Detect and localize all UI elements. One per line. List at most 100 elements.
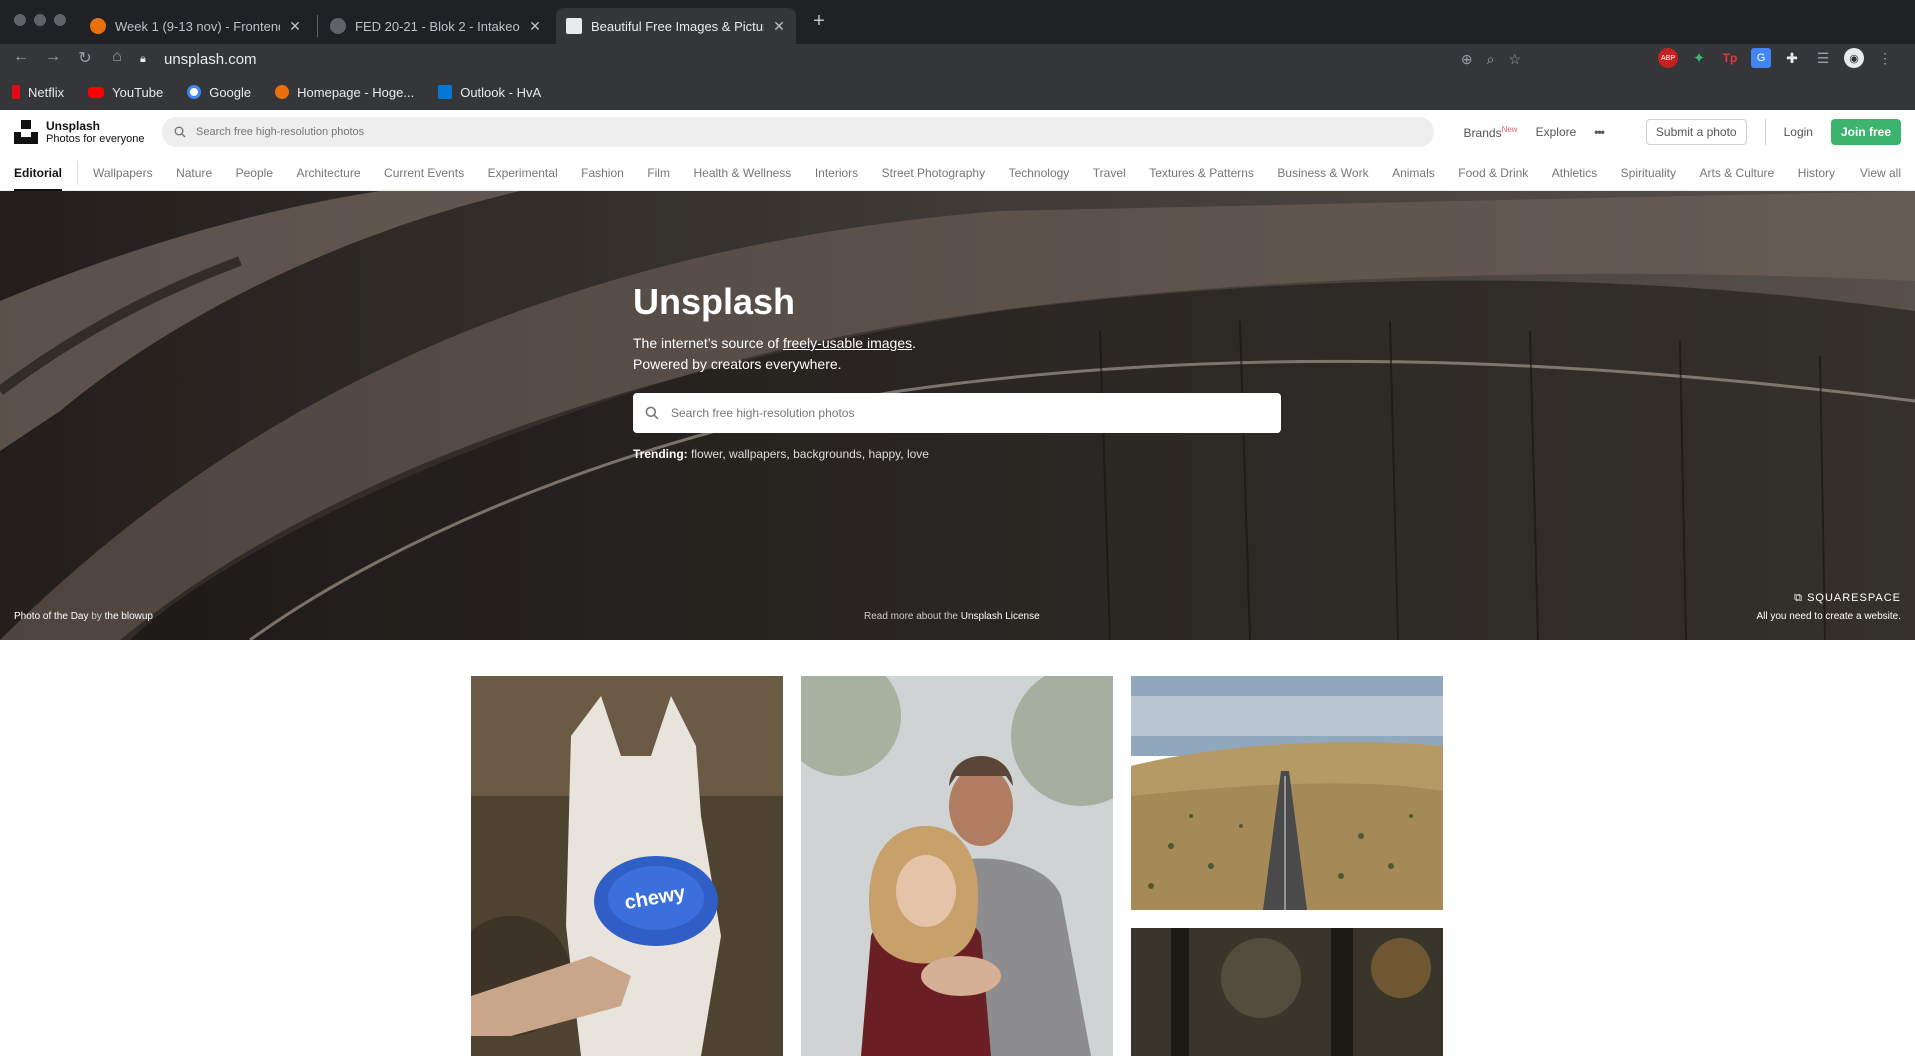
close-tab-icon[interactable]: ✕ xyxy=(288,18,302,35)
view-all-link[interactable]: View all xyxy=(1860,166,1901,180)
explore-link[interactable]: Explore xyxy=(1536,125,1577,139)
topic-animals[interactable]: Animals xyxy=(1392,166,1435,180)
trending-link[interactable]: backgrounds xyxy=(793,447,862,461)
star-icon[interactable]: ☆ xyxy=(1508,51,1521,68)
browser-chrome: Week 1 (9-13 nov) - Frontend D ✕ FED 20-… xyxy=(0,0,1915,110)
topic-health-wellness[interactable]: Health & Wellness xyxy=(693,166,791,180)
puzzle-icon[interactable]: ✚ xyxy=(1782,48,1802,68)
topic-spirituality[interactable]: Spirituality xyxy=(1621,166,1676,180)
install-icon[interactable]: ⊕ xyxy=(1461,51,1473,68)
header-search-input[interactable]: Search free high-resolution photos xyxy=(162,117,1434,147)
dog-frisbee-photo: chewy xyxy=(471,676,783,1056)
hero-content: Unsplash The internet’s source of freely… xyxy=(633,281,1281,461)
hero-line2-text: Powered by creators everywhere. xyxy=(633,356,842,372)
photo-card[interactable] xyxy=(801,676,1113,1056)
sponsor-block[interactable]: ⧉ SQUARESPACE All you need to create a w… xyxy=(1756,592,1901,622)
topic-textures-patterns[interactable]: Textures & Patterns xyxy=(1149,166,1254,180)
minimize-window-button[interactable] xyxy=(34,14,46,26)
bookmark-netflix[interactable]: Netflix xyxy=(12,85,64,100)
forward-icon[interactable]: → xyxy=(42,48,64,66)
photo-card[interactable] xyxy=(1131,928,1443,1056)
address-bar[interactable]: 🔒︎ unsplash.com ⊕ ⌕ ☆ xyxy=(140,46,1545,72)
blackboard-icon xyxy=(275,85,290,99)
bookmark-youtube[interactable]: YouTube xyxy=(88,85,163,100)
window-controls xyxy=(14,14,66,26)
chameleon-icon[interactable]: ✦ xyxy=(1689,48,1709,68)
login-link[interactable]: Login xyxy=(1784,125,1813,139)
squarespace-icon: ⧉ xyxy=(1794,592,1808,604)
topic-interiors[interactable]: Interiors xyxy=(815,166,858,180)
topic-editorial[interactable]: Editorial xyxy=(14,155,63,191)
zoom-window-button[interactable] xyxy=(54,14,66,26)
tp-icon[interactable]: Tp xyxy=(1720,48,1740,68)
bookmark-google[interactable]: Google xyxy=(187,85,251,100)
browser-tab[interactable]: FED 20-21 - Blok 2 - Intakeopd ✕ xyxy=(320,8,552,44)
home-icon[interactable]: ⌂ xyxy=(106,48,128,66)
adblock-icon[interactable]: ABP xyxy=(1658,48,1678,68)
topic-fashion[interactable]: Fashion xyxy=(581,166,624,180)
bookmark-outlook[interactable]: Outlook - HvA xyxy=(438,85,541,100)
trending-link[interactable]: wallpapers xyxy=(729,447,786,461)
topic-architecture[interactable]: Architecture xyxy=(297,166,361,180)
topic-history[interactable]: History xyxy=(1798,166,1835,180)
youtube-icon xyxy=(88,86,105,98)
hero-title: Unsplash xyxy=(633,281,796,322)
zoom-icon[interactable]: ⌕ xyxy=(1487,51,1495,68)
topic-street-photography[interactable]: Street Photography xyxy=(882,166,985,180)
hero-search-input[interactable]: Search free high-resolution photos xyxy=(633,393,1281,433)
topic-current-events[interactable]: Current Events xyxy=(384,166,464,180)
trending-link[interactable]: love xyxy=(907,447,929,461)
couple-photo xyxy=(801,676,1113,1056)
browser-tab[interactable]: Week 1 (9-13 nov) - Frontend D ✕ xyxy=(80,8,312,44)
close-tab-icon[interactable]: ✕ xyxy=(772,18,786,35)
trending-link[interactable]: flower xyxy=(691,447,722,461)
search-placeholder: Search free high-resolution photos xyxy=(671,406,855,420)
tab-divider xyxy=(317,15,318,37)
photo-card[interactable]: chewy xyxy=(471,676,783,1056)
topic-experimental[interactable]: Experimental xyxy=(488,166,558,180)
photo-card[interactable] xyxy=(1131,676,1443,910)
search-icon xyxy=(174,126,186,138)
browser-tab-active[interactable]: Beautiful Free Images & Pictures ✕ xyxy=(556,8,796,44)
topic-business-work[interactable]: Business & Work xyxy=(1277,166,1368,180)
more-icon[interactable]: ••• xyxy=(1594,125,1605,139)
unsplash-license-link[interactable]: Unsplash License xyxy=(961,611,1040,622)
close-window-button[interactable] xyxy=(14,14,26,26)
new-tab-icon[interactable]: + xyxy=(808,10,830,33)
reading-list-icon[interactable]: ☰ xyxy=(1813,48,1833,68)
freely-usable-images-link[interactable]: freely-usable images xyxy=(783,335,912,351)
brands-link[interactable]: BrandsNew xyxy=(1464,125,1518,140)
browser-toolbar: ← → ↻ ⌂ 🔒︎ unsplash.com ⊕ ⌕ ☆ ABP ✦ Tp G… xyxy=(0,44,1915,74)
join-free-button[interactable]: Join free xyxy=(1830,119,1901,145)
topic-technology[interactable]: Technology xyxy=(1009,166,1070,180)
lock-icon: 🔒︎ xyxy=(140,52,146,65)
translate-icon[interactable]: G xyxy=(1751,48,1771,68)
divider xyxy=(77,160,79,185)
topic-people[interactable]: People xyxy=(236,166,273,180)
reload-icon[interactable]: ↻ xyxy=(74,48,96,68)
submit-photo-button[interactable]: Submit a photo xyxy=(1645,119,1747,145)
close-tab-icon[interactable]: ✕ xyxy=(528,18,542,35)
topic-nature[interactable]: Nature xyxy=(176,166,212,180)
topic-arts-culture[interactable]: Arts & Culture xyxy=(1700,166,1775,180)
unsplash-logo[interactable]: Unsplash Photos for everyone xyxy=(14,119,162,145)
unsplash-favicon-icon xyxy=(566,18,582,34)
profile-avatar-icon[interactable]: ◉ xyxy=(1844,48,1864,68)
logo-title: Unsplash xyxy=(46,119,101,133)
tab-strip: Week 1 (9-13 nov) - Frontend D ✕ FED 20-… xyxy=(0,0,1915,44)
bookmark-label: Outlook - HvA xyxy=(460,84,542,100)
bookmark-homepage[interactable]: Homepage - Hoge... xyxy=(275,85,414,100)
trending-link[interactable]: happy xyxy=(868,447,900,461)
forest-photo xyxy=(1131,928,1443,1056)
menu-dots-icon[interactable]: ⋮ xyxy=(1875,48,1895,68)
topic-athletics[interactable]: Athletics xyxy=(1552,166,1597,180)
by-text: by xyxy=(88,611,105,622)
topic-film[interactable]: Film xyxy=(647,166,670,180)
bookmark-label: YouTube xyxy=(112,84,164,100)
photo-of-the-day-link[interactable]: Photo of the Day xyxy=(14,611,89,622)
topic-travel[interactable]: Travel xyxy=(1093,166,1126,180)
topic-wallpapers[interactable]: Wallpapers xyxy=(93,166,153,180)
back-icon[interactable]: ← xyxy=(10,48,32,66)
photographer-link[interactable]: the blowup xyxy=(105,611,153,622)
topic-food-drink[interactable]: Food & Drink xyxy=(1458,166,1528,180)
